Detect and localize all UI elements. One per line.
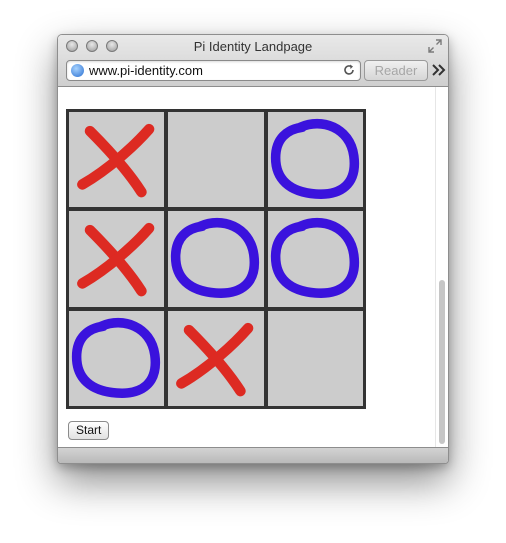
x-mark-icon xyxy=(77,223,155,297)
board-cell[interactable] xyxy=(168,211,264,307)
status-bar xyxy=(58,447,448,463)
board-cell[interactable] xyxy=(168,310,264,406)
board-cell[interactable] xyxy=(267,310,363,406)
reader-button[interactable]: Reader xyxy=(364,60,428,81)
o-mark-icon xyxy=(270,218,359,299)
reload-icon[interactable] xyxy=(342,63,356,77)
board-cell[interactable] xyxy=(267,211,363,307)
tic-tac-toe-board xyxy=(66,109,366,409)
x-mark-icon xyxy=(77,123,155,198)
x-mark-icon xyxy=(176,322,254,396)
board-cell[interactable] xyxy=(267,112,363,208)
o-mark-icon xyxy=(171,218,260,299)
scrollbar-thumb[interactable] xyxy=(439,280,445,444)
o-mark-icon xyxy=(71,317,161,398)
title-bar: Pi Identity Landpage www.pi-identity.com… xyxy=(58,35,448,87)
page-content: Start xyxy=(58,87,448,447)
start-button[interactable]: Start xyxy=(68,421,110,440)
zoom-window-button[interactable] xyxy=(106,40,118,52)
board-cell[interactable] xyxy=(69,310,165,406)
double-chevron-right-icon[interactable] xyxy=(431,63,447,77)
minimize-window-button[interactable] xyxy=(86,40,98,52)
globe-icon xyxy=(71,64,84,77)
vertical-scrollbar[interactable] xyxy=(435,87,448,447)
board-cell[interactable] xyxy=(69,211,165,307)
fullscreen-icon[interactable] xyxy=(428,39,442,53)
close-window-button[interactable] xyxy=(66,40,78,52)
window-title: Pi Identity Landpage xyxy=(193,39,313,54)
board-cell[interactable] xyxy=(69,112,165,208)
url-text[interactable]: www.pi-identity.com xyxy=(89,63,203,78)
address-bar[interactable]: www.pi-identity.com xyxy=(66,60,361,81)
o-mark-icon xyxy=(270,119,359,199)
browser-window: Pi Identity Landpage www.pi-identity.com… xyxy=(57,34,449,464)
board-cell[interactable] xyxy=(168,112,264,208)
